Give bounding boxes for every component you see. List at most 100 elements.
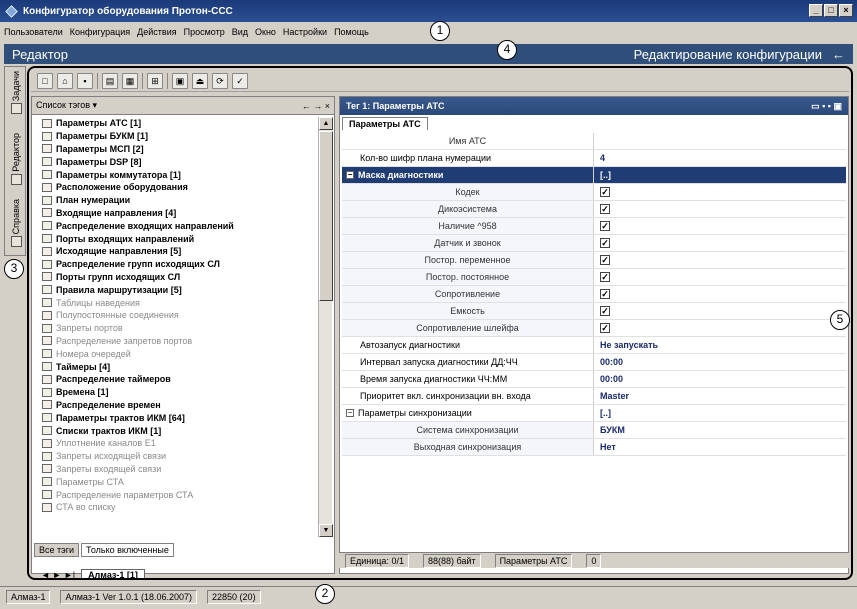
tag-list-item[interactable]: Параметры DSP [8]: [34, 155, 316, 168]
property-row[interactable]: Сопротивление ✓: [342, 286, 846, 303]
property-checkbox[interactable]: ✓: [600, 187, 610, 197]
tag-list-item[interactable]: План нумерации: [34, 194, 316, 207]
property-value[interactable]: Не запускать: [594, 337, 846, 353]
tag-list-item[interactable]: Запреты входящей связи: [34, 463, 316, 476]
property-value[interactable]: 4: [594, 150, 846, 166]
tag-list-item[interactable]: Правила маршрутизации [5]: [34, 283, 316, 296]
tag-list-scrollbar[interactable]: ▲ ▼: [318, 117, 333, 537]
tag-list-item[interactable]: Запреты портов: [34, 322, 316, 335]
save-icon[interactable]: ▪: [77, 72, 93, 89]
export-icon[interactable]: ▦: [122, 72, 138, 89]
menu-view-browse[interactable]: Просмотр: [184, 27, 225, 37]
menu-users[interactable]: Пользователи: [4, 27, 63, 37]
tag-list-item[interactable]: Параметры трактов ИКМ [64]: [34, 411, 316, 424]
property-row[interactable]: Интервал запуска диагностики ДД:ЧЧ 00:00: [342, 354, 846, 371]
tag-list-item[interactable]: Параметры СТА: [34, 475, 316, 488]
tag-list-item[interactable]: Распределение параметров СТА: [34, 488, 316, 501]
tag-list-item[interactable]: Распределение входящих направлений: [34, 219, 316, 232]
property-value[interactable]: ✓: [594, 218, 846, 234]
property-checkbox[interactable]: ✓: [600, 255, 610, 265]
scroll-thumb[interactable]: [319, 131, 333, 301]
open-icon[interactable]: ⌂: [57, 72, 73, 89]
property-toolbar-icon[interactable]: ▭ ▪ ▪ ▣: [811, 101, 842, 112]
menu-window[interactable]: Окно: [255, 27, 276, 37]
tag-list-item[interactable]: Исходящие направления [5]: [34, 245, 316, 258]
menu-view[interactable]: Вид: [232, 27, 248, 37]
side-tab-tasks[interactable]: Задачи: [7, 71, 25, 116]
property-value[interactable]: ✓: [594, 201, 846, 217]
property-checkbox[interactable]: ✓: [600, 323, 610, 333]
menu-settings[interactable]: Настройки: [283, 27, 327, 37]
property-value[interactable]: ✓: [594, 252, 846, 268]
property-value[interactable]: ✓: [594, 235, 846, 251]
property-checkbox[interactable]: ✓: [600, 289, 610, 299]
pane-close-icon[interactable]: ← → ×: [302, 101, 330, 111]
check-icon[interactable]: ✓: [232, 72, 248, 89]
property-value[interactable]: БУКМ: [594, 422, 846, 438]
tag-list-item[interactable]: Таблицы наведения: [34, 296, 316, 309]
property-row[interactable]: Система синхронизации БУКМ: [342, 422, 846, 439]
property-row[interactable]: Имя АТС: [342, 133, 846, 150]
property-checkbox[interactable]: ✓: [600, 272, 610, 282]
property-value[interactable]: ✓: [594, 303, 846, 319]
new-icon[interactable]: □: [37, 72, 53, 89]
property-checkbox[interactable]: ✓: [600, 306, 610, 316]
tag-list-item[interactable]: Параметры БУКМ [1]: [34, 130, 316, 143]
property-value[interactable]: Нет: [594, 439, 846, 455]
print-icon[interactable]: ▤: [102, 72, 118, 89]
nav-arrows-icon[interactable]: ◄ ► ►|: [41, 570, 75, 578]
property-value[interactable]: ✓: [594, 286, 846, 302]
property-value[interactable]: 00:00: [594, 371, 846, 387]
maximize-button[interactable]: □: [824, 4, 838, 17]
upload-icon[interactable]: ⏏: [192, 72, 208, 89]
side-tab-editor[interactable]: Редактор: [7, 133, 25, 187]
property-row[interactable]: Постор. постоянное ✓: [342, 269, 846, 286]
property-row[interactable]: Кодек ✓: [342, 184, 846, 201]
property-value[interactable]: [594, 133, 846, 149]
property-row[interactable]: − Маска диагностики [..]: [342, 167, 846, 184]
document-tab[interactable]: Алмаз-1 [1]: [81, 569, 145, 578]
property-row[interactable]: Емкость ✓: [342, 303, 846, 320]
tag-list-title[interactable]: Список тэгов ▾: [36, 100, 97, 111]
property-row[interactable]: Наличие ^958 ✓: [342, 218, 846, 235]
property-checkbox[interactable]: ✓: [600, 221, 610, 231]
property-row[interactable]: Приоритет вкл. синхронизации вн. входа Ma…: [342, 388, 846, 405]
back-arrow-icon[interactable]: ←: [832, 47, 845, 62]
tag-list-item[interactable]: Полупостоянные соединения: [34, 309, 316, 322]
menu-help[interactable]: Помощь: [334, 27, 369, 37]
property-row[interactable]: Автозапуск диагностики Не запускать: [342, 337, 846, 354]
property-row[interactable]: Постор. переменное ✓: [342, 252, 846, 269]
property-row[interactable]: Время запуска диагностики ЧЧ:ММ 00:00: [342, 371, 846, 388]
tag-list-item[interactable]: Распределение таймеров: [34, 373, 316, 386]
tag-list-item[interactable]: Распределение времен: [34, 399, 316, 412]
tag-list-item[interactable]: Входящие направления [4]: [34, 207, 316, 220]
minimize-button[interactable]: _: [809, 4, 823, 17]
sync-icon[interactable]: ⟳: [212, 72, 228, 89]
menu-actions[interactable]: Действия: [137, 27, 176, 37]
tag-list-item[interactable]: Расположение оборудования: [34, 181, 316, 194]
property-checkbox[interactable]: ✓: [600, 204, 610, 214]
property-value[interactable]: [..]: [594, 167, 846, 183]
tag-list-item[interactable]: Номера очередей: [34, 347, 316, 360]
tab-enabled-only[interactable]: Только включенные: [81, 543, 174, 557]
property-value[interactable]: ✓: [594, 269, 846, 285]
tab-all-tags[interactable]: Все тэги: [34, 543, 80, 557]
tree-icon[interactable]: ⊞: [147, 72, 163, 89]
tag-list-item[interactable]: Порты входящих направлений: [34, 232, 316, 245]
tag-list-item[interactable]: Порты групп исходящих СЛ: [34, 271, 316, 284]
property-row[interactable]: Датчик и звонок ✓: [342, 235, 846, 252]
menu-configuration[interactable]: Конфигурация: [70, 27, 130, 37]
tag-list-item[interactable]: Параметры МСП [2]: [34, 143, 316, 156]
scroll-up-icon[interactable]: ▲: [319, 117, 333, 130]
copy-icon[interactable]: ▣: [172, 72, 188, 89]
property-row[interactable]: − Параметры синхронизации [..]: [342, 405, 846, 422]
tag-list-item[interactable]: СТА во списку: [34, 501, 316, 514]
tag-list-item[interactable]: Распределение групп исходящих СЛ: [34, 258, 316, 271]
tag-list-item[interactable]: Параметры АТС [1]: [34, 117, 316, 130]
property-value[interactable]: 00:00: [594, 354, 846, 370]
tag-list-item[interactable]: Параметры коммутатора [1]: [34, 168, 316, 181]
tag-list-item[interactable]: Распределение запретов портов: [34, 335, 316, 348]
close-button[interactable]: ×: [839, 4, 853, 17]
tag-list-item[interactable]: Списки трактов ИКМ [1]: [34, 424, 316, 437]
property-value[interactable]: ✓: [594, 184, 846, 200]
